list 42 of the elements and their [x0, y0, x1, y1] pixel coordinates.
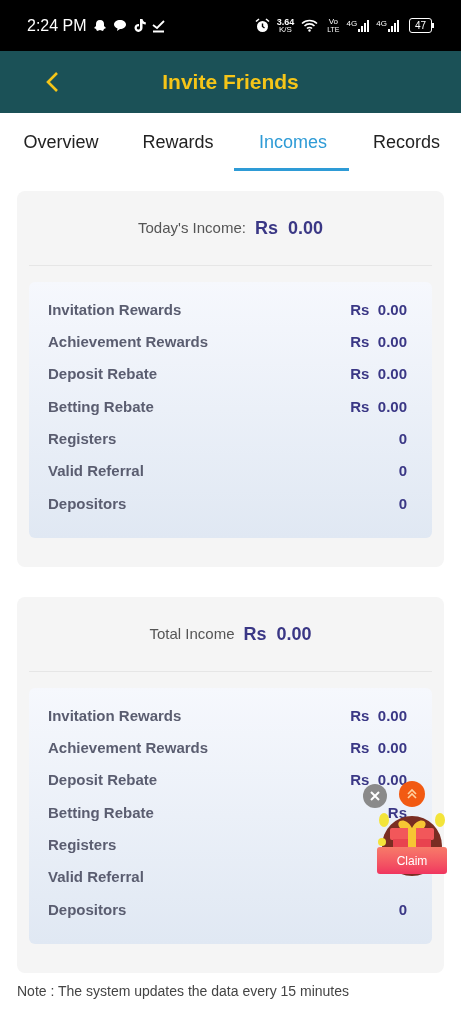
stat-label: Invitation Rewards: [48, 299, 182, 320]
stat-value: 0: [397, 899, 408, 920]
stat-value: Rs 0.00: [349, 770, 408, 791]
speed-unit: K/S: [279, 25, 292, 34]
stat-value: Rs: [386, 802, 408, 823]
income-label: Total Income: [149, 623, 235, 644]
stat-value: 0: [397, 429, 408, 450]
stat-label: Valid Referral: [48, 461, 144, 482]
stat-label: Deposit Rebate: [48, 770, 158, 791]
network-speed: 3.64: [276, 17, 295, 26]
stat-label: Achievement Rewards: [48, 332, 209, 353]
tab[interactable]: Overview: [0, 113, 122, 171]
stat-label: Deposit Rebate: [48, 364, 158, 385]
page-title: Invite Friends: [162, 69, 299, 96]
stat-value: Rs 0.00: [349, 396, 408, 417]
stat-label: Depositors: [48, 493, 127, 514]
stat-label: Betting Rebate: [48, 802, 154, 823]
battery-level: 47: [408, 18, 432, 33]
stat-label: Achievement Rewards: [48, 738, 209, 759]
stat-value: Rs 0.00: [349, 705, 408, 726]
stat-value: Rs 0.00: [349, 738, 408, 759]
stat-value: 0: [397, 493, 408, 514]
tab[interactable]: Rewards: [122, 113, 234, 171]
stat-label: Depositors: [48, 899, 127, 920]
stat-value: Rs 0.00: [349, 364, 408, 385]
stat-label: Betting Rebate: [48, 396, 154, 417]
income-amount: Rs 0.00: [254, 216, 323, 240]
status-time: 2:24 PM: [27, 15, 87, 36]
stat-label: Invitation Rewards: [48, 705, 182, 726]
stat-value: Rs 0.00: [349, 299, 408, 320]
stat-value: Rs 0.00: [349, 332, 408, 353]
stat-label: Valid Referral: [48, 867, 144, 888]
income-amount: Rs 0.00: [243, 622, 312, 646]
income-label: Today's Income:: [138, 217, 246, 238]
note-text: Note : The system updates the data every 15 minutes: [16, 982, 351, 1001]
tab[interactable]: Records: [352, 113, 461, 171]
stat-label: Registers: [48, 429, 117, 450]
stat-value: 0: [397, 461, 408, 482]
network-type: 4G: [346, 19, 358, 28]
stat-label: Registers: [48, 835, 117, 856]
network-type: 4G: [376, 19, 387, 28]
volte-label: Vo: [328, 17, 339, 26]
